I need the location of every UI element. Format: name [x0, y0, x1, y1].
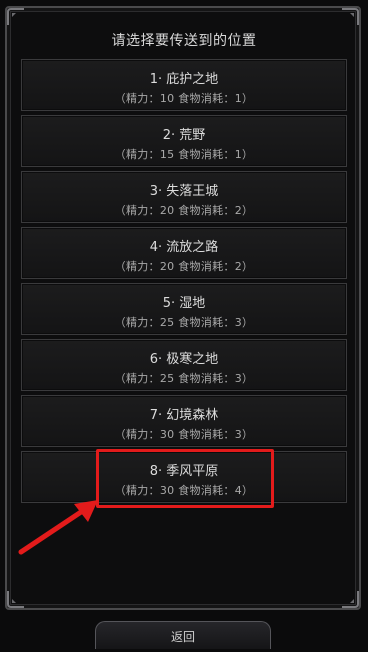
frame-corner-ornament [341, 8, 359, 26]
location-item-1[interactable]: 1· 庇护之地 （精力：10 食物消耗：1） [21, 59, 347, 111]
location-cost: （精力：15 食物消耗：1） [114, 148, 254, 161]
location-cost: （精力：20 食物消耗：2） [114, 260, 254, 273]
location-name: 7· 幻境森林 [149, 408, 219, 423]
location-name: 5· 湿地 [162, 296, 206, 311]
location-cost: （精力：10 食物消耗：1） [114, 92, 254, 105]
back-button[interactable]: 返回 [95, 621, 271, 649]
frame-corner-ornament [7, 8, 25, 26]
location-name: 4· 流放之路 [149, 240, 219, 255]
location-item-6[interactable]: 6· 极寒之地 （精力：25 食物消耗：3） [21, 339, 347, 391]
location-item-7[interactable]: 7· 幻境森林 （精力：30 食物消耗：3） [21, 395, 347, 447]
dialog-title: 请选择要传送到的位置 [111, 33, 257, 49]
location-name: 6· 极寒之地 [149, 352, 219, 367]
location-cost: （精力：20 食物消耗：2） [114, 204, 254, 217]
location-item-5[interactable]: 5· 湿地 （精力：25 食物消耗：3） [21, 283, 347, 335]
location-item-2[interactable]: 2· 荒野 （精力：15 食物消耗：1） [21, 115, 347, 167]
location-item-4[interactable]: 4· 流放之路 （精力：20 食物消耗：2） [21, 227, 347, 279]
red-arrow-icon [18, 500, 98, 555]
location-cost: （精力：25 食物消耗：3） [114, 372, 254, 385]
location-cost: （精力：25 食物消耗：3） [114, 316, 254, 329]
location-name: 3· 失落王城 [149, 184, 219, 199]
highlight-box [96, 449, 274, 508]
location-item-3[interactable]: 3· 失落王城 （精力：20 食物消耗：2） [21, 171, 347, 223]
frame-corner-ornament [7, 590, 25, 608]
location-list: 1· 庇护之地 （精力：10 食物消耗：1） 2· 荒野 （精力：15 食物消耗… [21, 59, 347, 507]
location-name: 2· 荒野 [162, 128, 206, 143]
location-cost: （精力：30 食物消耗：3） [114, 428, 254, 441]
frame-corner-ornament [341, 590, 359, 608]
location-name: 1· 庇护之地 [149, 72, 219, 87]
